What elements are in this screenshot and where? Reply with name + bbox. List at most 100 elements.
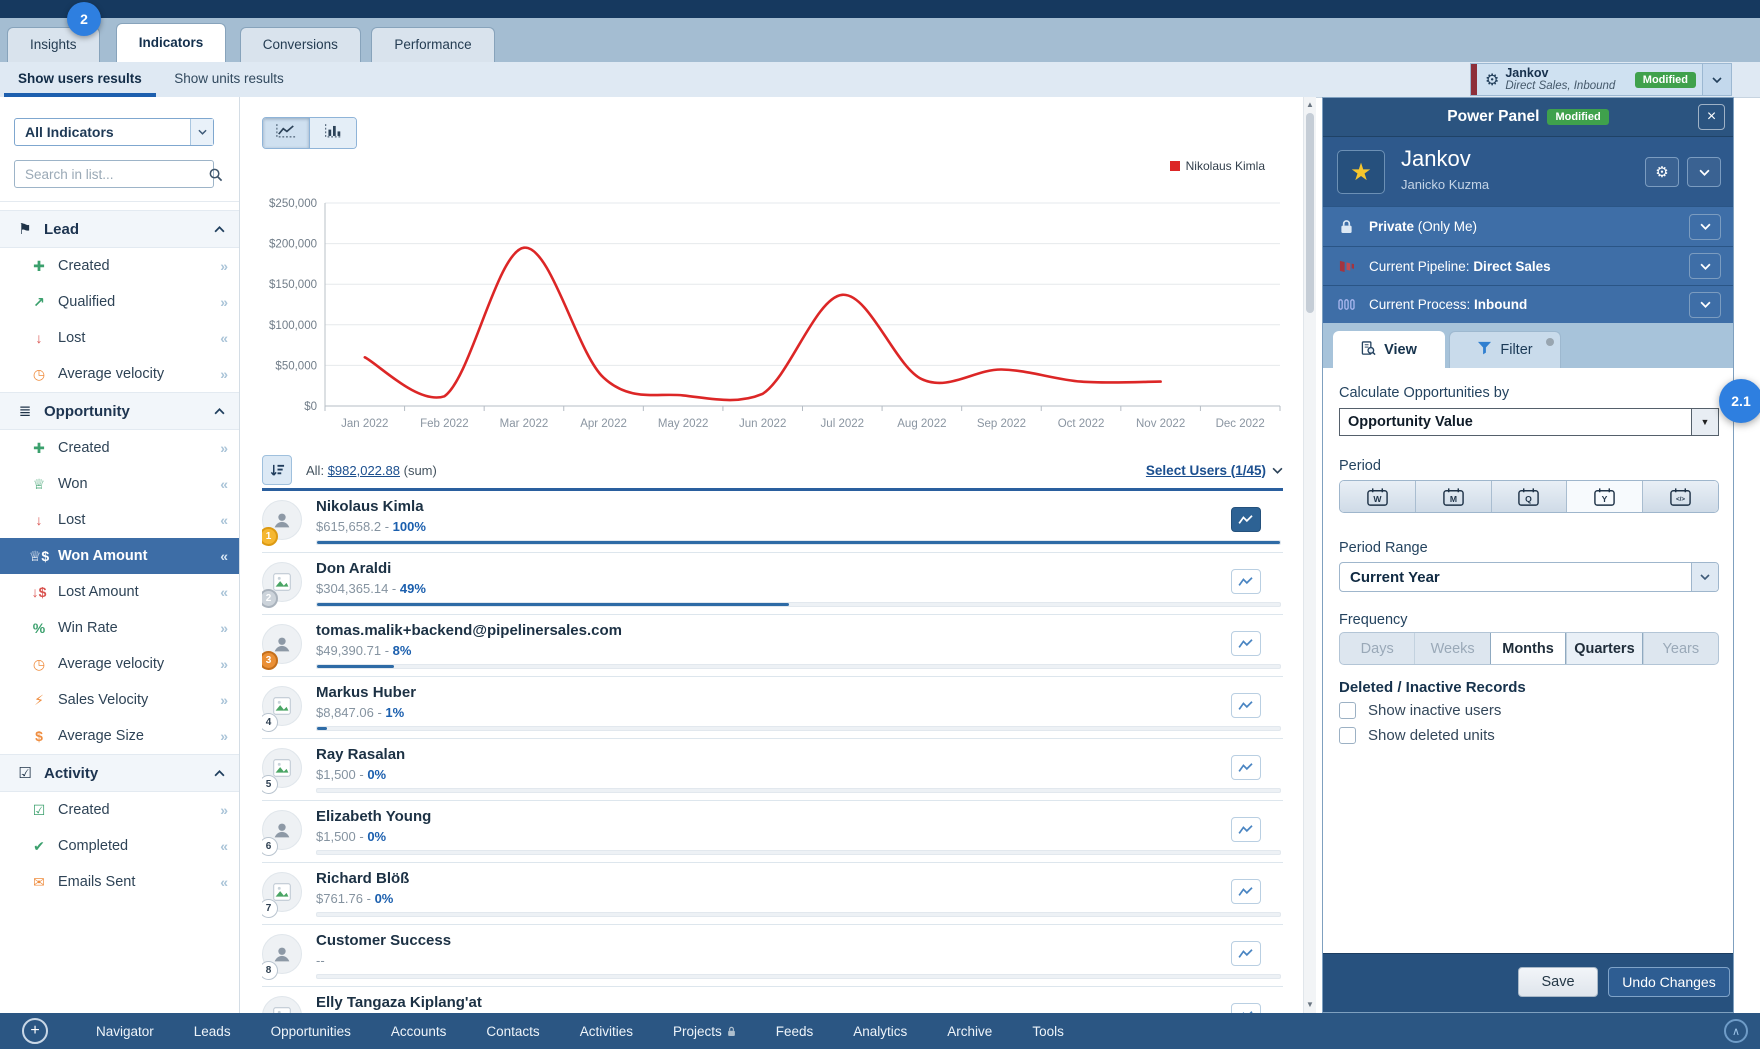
- sort-button[interactable]: [262, 455, 292, 485]
- row-chart-button[interactable]: [1231, 569, 1261, 594]
- sidebar-item-created[interactable]: ✚Created»: [0, 430, 239, 466]
- collapse-chevrons-icon[interactable]: «: [220, 874, 227, 890]
- nav-item-archive[interactable]: Archive: [947, 1024, 992, 1039]
- show-inactive-users-checkbox[interactable]: [1339, 702, 1356, 719]
- sidebar-item-completed[interactable]: ✔Completed«: [0, 828, 239, 864]
- user-row[interactable]: 2Don Araldi$304,365.14 - 49%: [262, 553, 1283, 615]
- collapse-chevrons-icon[interactable]: «: [220, 584, 227, 600]
- expand-chevrons-icon[interactable]: »: [220, 258, 227, 274]
- sidebar-item-lost-amount[interactable]: ↓$Lost Amount«: [0, 574, 239, 610]
- subtab-show-units-results[interactable]: Show units results: [160, 62, 298, 97]
- chevron-up-icon[interactable]: [214, 408, 225, 415]
- row-chart-button[interactable]: [1231, 507, 1261, 532]
- tab-performance[interactable]: Performance: [371, 27, 494, 62]
- period-week-button[interactable]: W: [1340, 481, 1415, 512]
- nav-item-contacts[interactable]: Contacts: [486, 1024, 539, 1039]
- subtab-show-users-results[interactable]: Show users results: [4, 62, 156, 97]
- collapse-chevrons-icon[interactable]: «: [220, 548, 227, 564]
- save-button[interactable]: Save: [1518, 967, 1598, 997]
- sidebar-item-lost[interactable]: ↓Lost«: [0, 320, 239, 356]
- collapse-chevrons-icon[interactable]: «: [220, 838, 227, 854]
- expand-chevrons-icon[interactable]: »: [220, 656, 227, 672]
- sidebar-section-lead[interactable]: ⚑Lead: [0, 210, 239, 248]
- collapse-chevrons-icon[interactable]: «: [220, 512, 227, 528]
- search-icon[interactable]: [208, 167, 223, 182]
- undo-changes-button[interactable]: Undo Changes: [1608, 967, 1730, 997]
- calculate-dropdown[interactable]: Opportunity Value ▼: [1339, 408, 1719, 436]
- chevron-up-icon[interactable]: [214, 770, 225, 777]
- sidebar-item-sales-velocity[interactable]: ⚡Sales Velocity»: [0, 682, 239, 718]
- user-row[interactable]: 4Markus Huber$8,847.06 - 1%: [262, 677, 1283, 739]
- nav-item-tools[interactable]: Tools: [1032, 1024, 1064, 1039]
- nav-item-opportunities[interactable]: Opportunities: [271, 1024, 351, 1039]
- period-custom-button[interactable]: </>: [1642, 481, 1718, 512]
- favorite-star-button[interactable]: ★: [1337, 150, 1385, 194]
- nav-item-analytics[interactable]: Analytics: [853, 1024, 907, 1039]
- indicator-filter-dropdown[interactable]: All Indicators: [14, 118, 214, 146]
- nav-item-navigator[interactable]: Navigator: [96, 1024, 154, 1039]
- row-chart-button[interactable]: [1231, 879, 1261, 904]
- period-month-button[interactable]: M: [1415, 481, 1491, 512]
- sidebar-item-average-velocity[interactable]: ◷Average velocity»: [0, 646, 239, 682]
- close-button[interactable]: ×: [1698, 104, 1725, 130]
- bar-chart-toggle-button[interactable]: [309, 118, 356, 148]
- row-chart-button[interactable]: [1231, 817, 1261, 842]
- sidebar-item-won[interactable]: ♕Won«: [0, 466, 239, 502]
- user-row[interactable]: 3tomas.malik+backend@pipelinersales.com$…: [262, 615, 1283, 677]
- scroll-up-arrow[interactable]: ▲: [1304, 99, 1316, 111]
- vertical-scrollbar[interactable]: ▲ ▼: [1303, 97, 1316, 1013]
- user-row[interactable]: 9Elly Tangaza Kiplang'at: [262, 987, 1283, 1013]
- panel-tab-filter[interactable]: Filter: [1449, 331, 1561, 368]
- expand-chevrons-icon[interactable]: »: [220, 366, 227, 382]
- selector-dropdown-button[interactable]: [1702, 64, 1731, 95]
- row-chart-button[interactable]: [1231, 1003, 1261, 1013]
- expand-chevrons-icon[interactable]: »: [220, 728, 227, 744]
- pipeline-dropdown-button[interactable]: [1689, 253, 1721, 279]
- collapse-chevrons-icon[interactable]: «: [220, 476, 227, 492]
- collapse-nav-button[interactable]: ∧: [1724, 1019, 1748, 1043]
- dropdown-chevron[interactable]: [190, 119, 213, 145]
- user-row[interactable]: 5Ray Rasalan$1,500 - 0%: [262, 739, 1283, 801]
- privacy-dropdown-button[interactable]: [1689, 214, 1721, 240]
- tab-conversions[interactable]: Conversions: [240, 27, 361, 62]
- row-chart-button[interactable]: [1231, 755, 1261, 780]
- sidebar-item-won-amount[interactable]: ♕$Won Amount«: [0, 538, 239, 574]
- user-row[interactable]: 8Customer Success--: [262, 925, 1283, 987]
- frequency-months-button[interactable]: Months: [1490, 633, 1566, 664]
- nav-item-feeds[interactable]: Feeds: [776, 1024, 814, 1039]
- expand-chevrons-icon[interactable]: »: [220, 620, 227, 636]
- process-dropdown-button[interactable]: [1689, 292, 1721, 318]
- profile-settings-button[interactable]: ⚙: [1645, 157, 1679, 187]
- sidebar-item-lost[interactable]: ↓Lost«: [0, 502, 239, 538]
- user-row[interactable]: 6Elizabeth Young$1,500 - 0%: [262, 801, 1283, 863]
- period-year-button[interactable]: Y: [1566, 481, 1642, 512]
- add-button[interactable]: +: [22, 1018, 48, 1044]
- nav-item-leads[interactable]: Leads: [194, 1024, 231, 1039]
- sidebar-item-win-rate[interactable]: %Win Rate»: [0, 610, 239, 646]
- select-users-link[interactable]: Select Users (1/45): [1146, 463, 1283, 478]
- row-chart-button[interactable]: [1231, 631, 1261, 656]
- expand-chevrons-icon[interactable]: »: [220, 294, 227, 310]
- line-chart-toggle-button[interactable]: [263, 118, 309, 148]
- show-deleted-units-checkbox[interactable]: [1339, 727, 1356, 744]
- tab-indicators[interactable]: Indicators: [116, 23, 227, 62]
- frequency-quarters-button[interactable]: Quarters: [1566, 633, 1642, 664]
- collapse-chevrons-icon[interactable]: «: [220, 330, 227, 346]
- scroll-down-arrow[interactable]: ▼: [1304, 999, 1316, 1011]
- nav-item-accounts[interactable]: Accounts: [391, 1024, 447, 1039]
- expand-chevrons-icon[interactable]: »: [220, 802, 227, 818]
- sidebar-section-opportunity[interactable]: ≣Opportunity: [0, 392, 239, 430]
- period-quarter-button[interactable]: Q: [1491, 481, 1567, 512]
- expand-chevrons-icon[interactable]: »: [220, 440, 227, 456]
- sidebar-section-activity[interactable]: ☑Activity: [0, 754, 239, 792]
- row-chart-button[interactable]: [1231, 693, 1261, 718]
- profile-expand-button[interactable]: [1687, 157, 1721, 187]
- user-row[interactable]: 1Nikolaus Kimla$615,658.2 - 100%: [262, 491, 1283, 553]
- nav-item-activities[interactable]: Activities: [580, 1024, 633, 1039]
- chevron-up-icon[interactable]: [214, 226, 225, 233]
- sidebar-item-emails-sent[interactable]: ✉Emails Sent«: [0, 864, 239, 900]
- period-range-dropdown[interactable]: Current Year: [1339, 562, 1719, 592]
- sidebar-item-created[interactable]: ✚Created»: [0, 248, 239, 284]
- sidebar-item-created[interactable]: ☑Created»: [0, 792, 239, 828]
- search-input[interactable]: [15, 167, 208, 182]
